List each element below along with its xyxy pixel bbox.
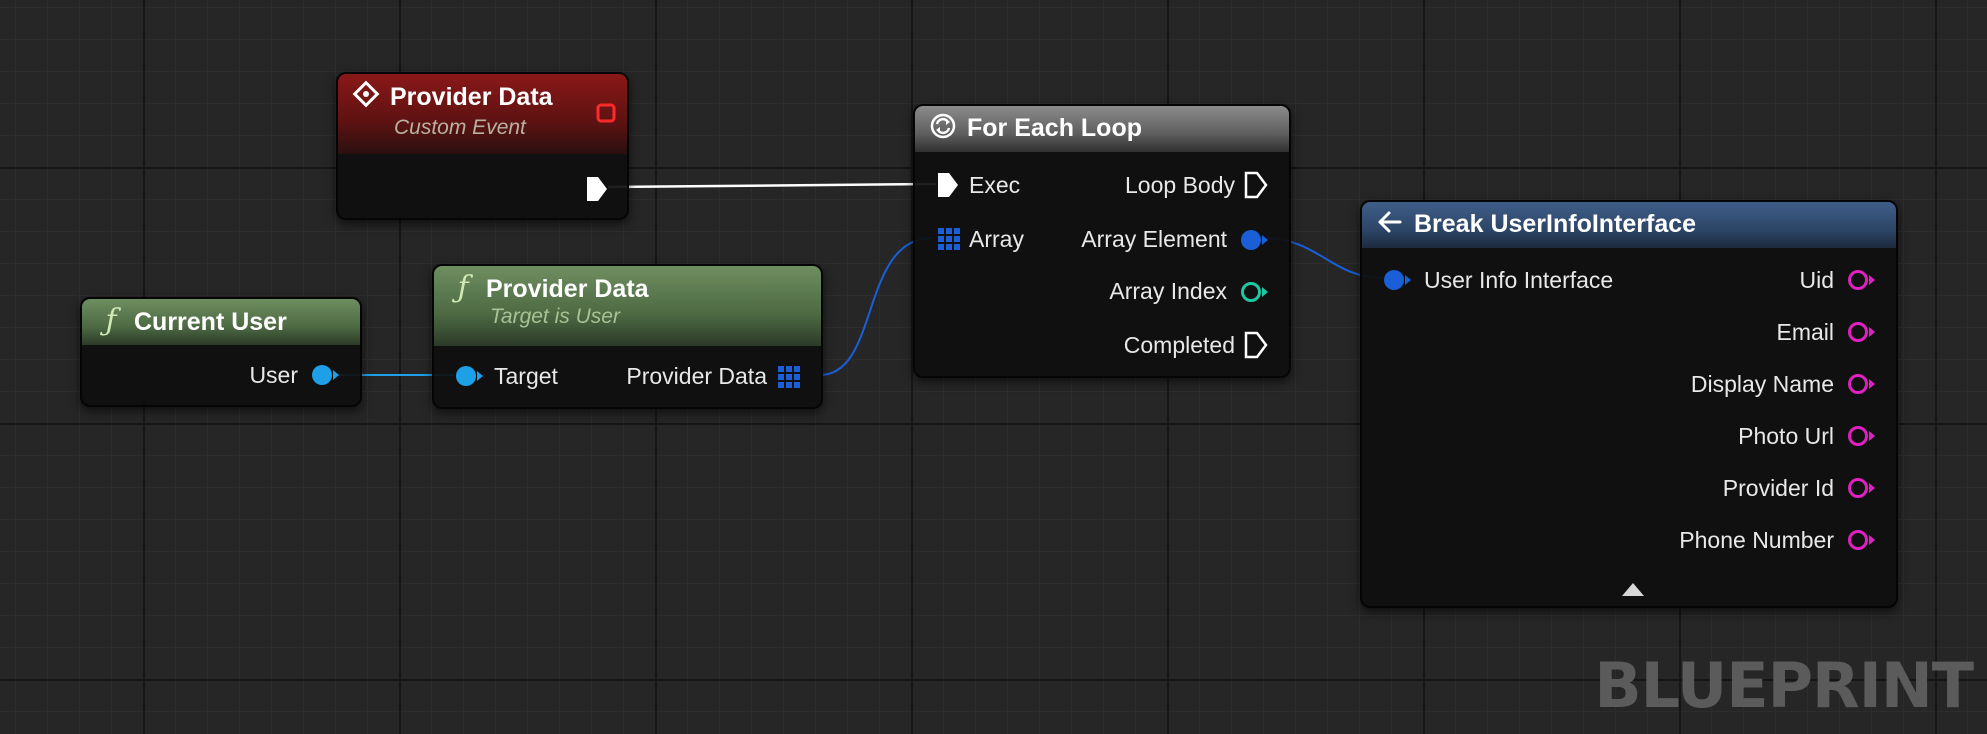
loop-body-out-pin[interactable] (1243, 170, 1269, 205)
custom-event-header[interactable]: Provider Data Custom Event (338, 74, 627, 154)
custom-event-icon (352, 80, 382, 116)
target-in-pin[interactable] (454, 364, 484, 393)
provider-id-out-pin[interactable] (1846, 476, 1876, 505)
photo-url-pin-label: Photo Url (1738, 423, 1834, 449)
phone-number-pin-label: Phone Number (1679, 527, 1834, 553)
current-user-title: Current User (134, 308, 287, 336)
array-pin-label: Array (969, 226, 1024, 252)
break-userinfointerface-header[interactable]: Break UserInfoInterface (1362, 202, 1896, 248)
user-info-interface-in-pin[interactable] (1382, 268, 1412, 297)
completed-out-pin[interactable] (1243, 330, 1269, 365)
for-each-loop-title: For Each Loop (967, 114, 1142, 142)
user-info-interface-pin-label: User Info Interface (1424, 267, 1614, 293)
collapse-arrow-icon[interactable] (1620, 580, 1646, 603)
phone-number-out-pin[interactable] (1846, 528, 1876, 557)
uid-pin-label: Uid (1799, 267, 1834, 293)
loop-body-pin-label: Loop Body (1125, 172, 1235, 198)
completed-pin-label: Completed (1123, 332, 1235, 358)
custom-event-title: Provider Data (390, 83, 553, 111)
array-in-pin[interactable] (937, 227, 961, 256)
email-pin-label: Email (1776, 319, 1834, 345)
blueprint-watermark: BLUEPRINT (1594, 649, 1974, 722)
provider-data-pin-label: Provider Data (626, 363, 767, 389)
display-name-out-pin[interactable] (1846, 372, 1876, 401)
delegate-pin[interactable] (595, 102, 617, 129)
array-index-pin-label: Array Index (1109, 278, 1227, 304)
uid-out-pin[interactable] (1846, 268, 1876, 297)
for-each-loop-node[interactable]: For Each Loop Exec Loop Body Array Array… (913, 104, 1291, 378)
function-icon: ƒ (457, 270, 469, 305)
provider-id-pin-label: Provider Id (1722, 475, 1834, 501)
custom-event-node[interactable]: Provider Data Custom Event (336, 72, 629, 220)
provider-data-function-header[interactable]: ƒ Provider Data Target is User (434, 266, 821, 346)
provider-data-function-title: Provider Data (486, 275, 649, 303)
for-each-loop-header[interactable]: For Each Loop (915, 106, 1289, 152)
array-element-pin-label: Array Element (1081, 226, 1227, 252)
email-out-pin[interactable] (1846, 320, 1876, 349)
exec-pin-label: Exec (969, 172, 1021, 198)
provider-data-array-out-pin[interactable] (777, 365, 801, 394)
break-userinfointerface-node[interactable]: Break UserInfoInterface User Info Interf… (1360, 200, 1898, 608)
exec-in-pin[interactable] (935, 170, 961, 205)
break-userinfointerface-title: Break UserInfoInterface (1414, 210, 1697, 238)
exec-wire (607, 182, 937, 189)
provider-data-function-subtitle: Target is User (490, 305, 620, 328)
user-pin-label: User (249, 362, 298, 388)
custom-event-exec-out-pin[interactable] (584, 174, 610, 209)
user-out-pin[interactable] (310, 363, 340, 392)
display-name-pin-label: Display Name (1690, 371, 1834, 397)
loop-icon (929, 112, 959, 148)
provider-data-function-node[interactable]: ƒ Provider Data Target is User Target Pro… (432, 264, 823, 409)
function-icon: ƒ (105, 303, 117, 338)
custom-event-subtitle: Custom Event (394, 116, 526, 139)
break-struct-icon (1376, 208, 1406, 244)
array-index-out-pin[interactable] (1239, 280, 1269, 309)
current-user-header[interactable]: ƒ Current User (82, 299, 360, 345)
target-pin-label: Target (494, 363, 558, 389)
current-user-node[interactable]: ƒ Current User User (80, 297, 362, 407)
array-element-out-pin[interactable] (1239, 228, 1269, 257)
photo-url-out-pin[interactable] (1846, 424, 1876, 453)
